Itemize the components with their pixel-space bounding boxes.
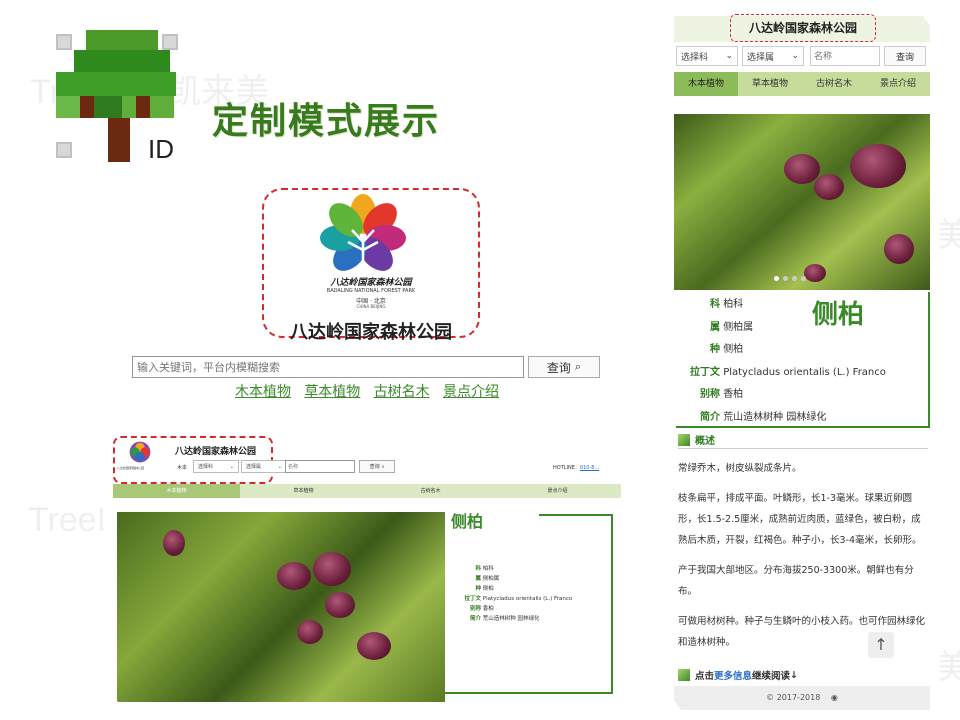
tab-herbaceous-plants[interactable]: 草本植物 [738,72,802,96]
logo-city-en: CHINA BEIJING [356,304,386,309]
mobile-page-preview: 八达岭国家森林公园 选择科⌄ 选择属⌄ 查询 木本植物 草本植物 古树名木 景点… [668,10,940,714]
field-intro: 简介 荒山造林树种 园林绿化 [469,616,540,622]
family-select[interactable]: 选择科 ⌄ [676,46,738,66]
tab-ancient-trees[interactable]: 古树名木 [367,484,494,498]
field-latin: 拉丁文 Platycladus orientalis (L.) Franco [464,596,573,602]
carousel-dots[interactable] [774,276,806,281]
field-species: 种 侧柏 [710,344,744,355]
home-nav: 木本植物 草本植物 古树名木 景点介绍 [112,381,622,401]
desktop-detail-preview: 八达岭国家森林公园 八达岭国家森林公园 木本 选择科⌄ 选择属⌄ 查询⌕ HOT… [103,432,631,712]
back-to-top-button[interactable]: ↑ [868,632,894,658]
plant-photo [674,114,930,290]
arrow-up-icon: ↑ [874,635,888,654]
car-icon: ◉ [830,693,838,702]
info-frame-top [539,514,613,516]
filter-label: 木本 [177,465,188,471]
park-flower-logo-small [129,441,151,463]
field-genus: 属 侧柏属 [710,321,754,333]
search-button[interactable]: 查询 ⌕ [528,356,600,378]
field-alias: 别称 香柏 [469,606,494,612]
park-name: 八达岭国家森林公园 [175,447,257,457]
carousel-dot[interactable] [792,276,797,281]
paragraph: 常绿乔木，树皮纵裂成条片。 [678,463,802,474]
nav-herbaceous-plants[interactable]: 草本植物 [304,384,360,400]
tab-ancient-trees[interactable]: 古树名木 [802,72,866,96]
family-select[interactable]: 选择科 ⌄ [193,460,239,473]
hotline: HOTLINE：010-8... [553,465,600,471]
search-button[interactable]: 查询 ⌕ [359,460,395,473]
genus-select[interactable]: 选择属 ⌄ [742,46,804,66]
chevron-down-icon: ⌄ [725,51,733,61]
section-icon [678,433,690,446]
carousel-dot[interactable] [783,276,788,281]
tab-scenic-spots[interactable]: 景点介绍 [866,72,930,96]
chevron-down-icon: ⌄ [791,51,799,61]
chevron-down-icon: ⌄ [277,463,282,470]
genus-select[interactable]: 选择属 ⌄ [241,460,287,473]
info-list: 科 柏科 属 侧柏属 种 侧柏 拉丁文 Platycladus oriental… [453,564,572,624]
info-list: 科 柏科 属 侧柏属 种 侧柏 拉丁文 Platycladus oriental… [682,294,886,429]
park-name: 八达岭国家森林公园 [748,21,857,35]
tab-scenic-spots[interactable]: 景点介绍 [494,484,621,498]
nav-bar: 木本植物 草本植物 古树名木 景点介绍 [113,484,621,498]
overview-text: 常绿乔木，树皮纵裂成条片。 枝条扁平，排成平面。叶鳞形，长1-3毫米。球果近卵圆… [678,458,930,653]
logo-cn-small: 八达岭国家森林公园 [117,466,145,470]
carousel-dot[interactable] [774,276,779,281]
search-button-label: 查询 [546,360,571,375]
page-title: 定制模式展示 [212,101,441,142]
treeid-logo: ID [52,30,187,165]
nav-bar: 木本植物 草本植物 古树名木 景点介绍 [674,72,930,96]
field-species: 种 侧柏 [475,586,494,592]
home-page-preview: 八达岭国家森林公园 BADALING NATIONAL FOREST PARK … [112,180,622,416]
field-intro: 简介 荒山造林树种 园林绿化 [700,411,827,423]
overview-header: 概述 [678,432,715,447]
footer: © 2017-2018 ◉ [674,686,930,710]
nav-woody-plants[interactable]: 木本植物 [235,384,291,400]
tab-woody-plants[interactable]: 木本植物 [113,484,240,498]
more-info-link[interactable]: 更多信息 [714,668,752,682]
read-more: 点击 更多信息 继续阅读 ↓ [678,668,798,682]
paragraph: 枝条扁平，排成平面。叶鳞形，长1-3毫米。球果近卵圆形，长1.5-2.5厘米，成… [678,493,922,546]
field-family: 科 柏科 [475,566,494,572]
name-input[interactable] [285,460,355,473]
nav-scenic-spots[interactable]: 景点介绍 [443,384,499,400]
logo-cn: 八达岭国家森林公园 [330,278,412,288]
carousel-dot[interactable] [801,276,806,281]
name-input[interactable] [810,46,880,66]
chevron-down-icon: ⌄ [229,463,234,470]
park-flower-logo [320,194,406,271]
field-genus: 属 侧柏属 [475,576,500,582]
field-latin: 拉丁文 Platycladus orientalis (L.) Franco [690,366,886,378]
nav-ancient-trees[interactable]: 古树名木 [374,384,430,400]
overview-divider [678,448,928,449]
search-input[interactable] [132,356,524,378]
search-icon: ⌕ [381,463,385,470]
field-alias: 别称 香柏 [700,389,744,400]
logo-text: ID [148,134,174,164]
plant-photo [117,512,445,702]
field-family: 科 柏科 [710,299,744,310]
tab-woody-plants[interactable]: 木本植物 [674,72,738,96]
search-icon: ⌕ [574,360,582,373]
logo-en: BADALING NATIONAL FOREST PARK [326,288,416,294]
paragraph: 产于我国大部地区。分布海拔250-3300米。朝鲜也有分布。 [678,565,914,597]
arrow-down-icon: ↓ [790,669,799,681]
section-icon [678,669,690,681]
search-button[interactable]: 查询 [884,46,926,66]
tab-herbaceous-plants[interactable]: 草本植物 [240,484,367,498]
park-name: 八达岭国家森林公园 [290,322,452,343]
